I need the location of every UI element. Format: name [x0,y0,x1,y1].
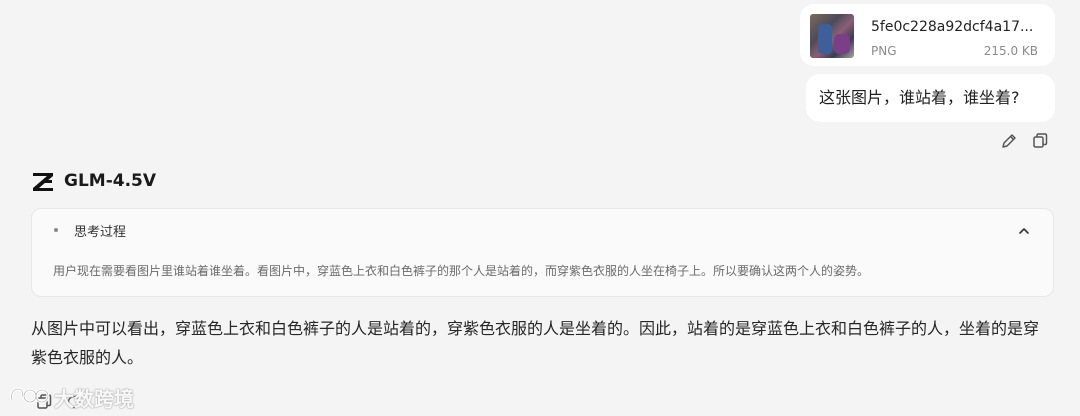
attachment-file-size: 215.0 KB [983,44,1038,58]
thinking-panel: 思考过程 用户现在需要看图片里谁站着谁坐着。看图片中，穿蓝色上衣和白色裤子的那个… [31,208,1054,297]
z-logo-icon [33,173,53,191]
edit-message-button[interactable] [999,131,1019,151]
user-message-bubble: 这张图片，谁站着，谁坐着? [806,74,1055,122]
attachment-file-type: PNG [871,44,897,58]
copy-message-button[interactable] [1030,131,1050,151]
thinking-content: 用户现在需要看图片里谁站着谁坐着。看图片中，穿蓝色上衣和白色裤子的那个人是站着的… [53,264,870,278]
attachment-file-name: 5fe0c228a92dcf4a17... [871,19,1034,35]
thumbnail-figure-standing [818,24,832,54]
copy-icon [1033,133,1048,148]
chevron-up-icon [1019,228,1029,234]
thinking-bullet [54,228,58,232]
pencil-icon [1002,134,1016,148]
collapse-thinking-button[interactable] [1015,222,1033,240]
thumbnail-figure-seated [834,34,850,54]
attachment-card[interactable]: 5fe0c228a92dcf4a17... PNG 215.0 KB [800,4,1055,66]
assistant-response-text: 从图片中可以看出，穿蓝色上衣和白色裤子的人是站着的，穿紫色衣服的人是坐着的。因此… [31,319,1040,367]
image-thumbnail[interactable] [810,14,854,58]
watermark-logo-icon [10,387,50,404]
model-name: GLM-4.5V [64,171,157,191]
thinking-title[interactable]: 思考过程 [74,221,126,240]
watermark-text: 大数跨境 [54,387,134,411]
